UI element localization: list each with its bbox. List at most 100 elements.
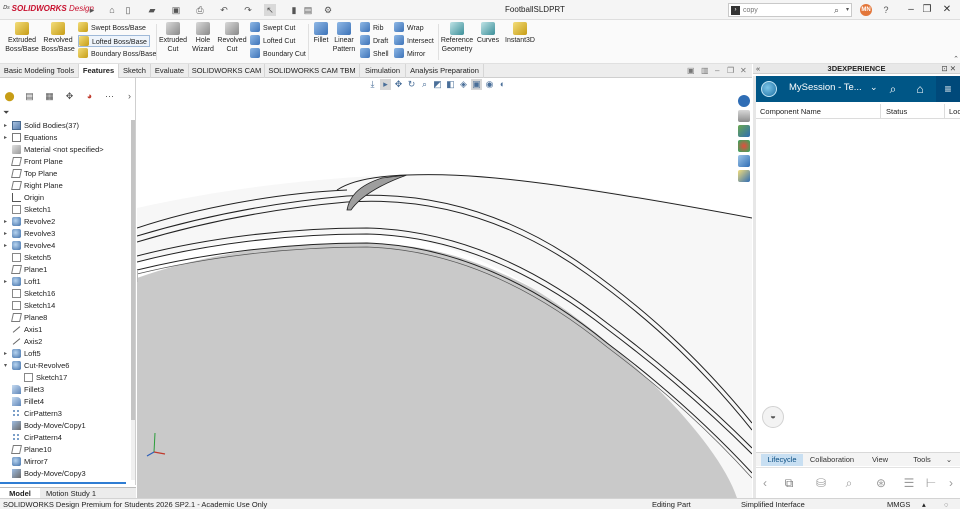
tree-item-sketch16[interactable]: Sketch16: [0, 288, 131, 300]
linear-pattern-button[interactable]: Linear Pattern: [332, 22, 356, 62]
options-icon[interactable]: ⚙: [322, 4, 334, 16]
tree-item-loft5[interactable]: ▸ Loft5: [0, 348, 131, 360]
search-icon[interactable]: ⌕: [886, 81, 900, 97]
instant3d-button[interactable]: Instant3D: [503, 22, 537, 62]
tree-item-sketch17[interactable]: Sketch17: [0, 372, 131, 384]
appearances-icon[interactable]: [738, 140, 750, 152]
expand-icon[interactable]: ▸: [4, 216, 10, 228]
search-box[interactable]: › ⌕ ▾: [728, 3, 852, 17]
column-divider[interactable]: [880, 104, 881, 119]
intersect-button[interactable]: Intersect: [394, 35, 434, 47]
rotate-icon[interactable]: ↻: [406, 79, 417, 90]
menu-expand-icon[interactable]: ▸: [86, 4, 98, 16]
tree-item-top-plane[interactable]: Top Plane: [0, 168, 131, 180]
tree-item-origin[interactable]: Origin: [0, 192, 131, 204]
extruded-cut-button[interactable]: Extruded Cut: [158, 22, 188, 62]
property-manager-icon[interactable]: ▤: [23, 90, 36, 103]
configuration-manager-icon[interactable]: ▦: [43, 90, 56, 103]
tree-item-sketch1[interactable]: Sketch1: [0, 204, 131, 216]
tree-item-revolve2[interactable]: ▸ Revolve2: [0, 216, 131, 228]
tree-item-right-plane[interactable]: Right Plane: [0, 180, 131, 192]
compass-icon[interactable]: [761, 81, 777, 97]
expand-icon[interactable]: ▸: [4, 348, 10, 360]
tree-item-loft1[interactable]: ▸ Loft1: [0, 276, 131, 288]
shell-button[interactable]: Shell: [360, 48, 389, 60]
tree-item-sketch5[interactable]: Sketch5: [0, 252, 131, 264]
status-units[interactable]: MMGS: [887, 499, 910, 509]
units-dropdown-icon[interactable]: ▴: [922, 499, 926, 509]
appearance-icon[interactable]: ◐: [497, 79, 508, 90]
redo-icon[interactable]: ↷: [242, 4, 254, 16]
user-avatar[interactable]: MN: [860, 4, 872, 16]
rib-button[interactable]: Rib: [360, 22, 384, 34]
tree-item-revolve4[interactable]: ▸ Revolve4: [0, 240, 131, 252]
file-properties-icon[interactable]: ▤: [302, 4, 314, 16]
tree-item-fillet4[interactable]: Fillet4: [0, 396, 131, 408]
open-icon[interactable]: ▰: [146, 4, 158, 16]
tag-icon[interactable]: ⌂: [913, 81, 927, 97]
tree-item-axis1[interactable]: Axis1: [0, 324, 131, 336]
tab-analysis-preparation[interactable]: Analysis Preparation: [406, 64, 484, 78]
dimxpert-icon[interactable]: ✥: [63, 90, 76, 103]
column-status[interactable]: Status: [886, 104, 907, 119]
chevron-right-icon[interactable]: ›: [123, 90, 136, 103]
app-logo[interactable]: ᴰˢ SOLIDWORKS Design: [3, 4, 94, 16]
tree-item-body-move-copy1[interactable]: Body-Move/Copy1: [0, 420, 131, 432]
hole-wizard-button[interactable]: Hole Wizard: [189, 22, 217, 62]
feature-tree-icon[interactable]: ⬤: [3, 90, 16, 103]
panel-grip[interactable]: [137, 270, 141, 282]
tree-item-equations[interactable]: ▸ Equations: [0, 132, 131, 144]
tab-features[interactable]: Features: [79, 64, 119, 78]
boundary-cut-button[interactable]: Boundary Cut: [250, 48, 306, 60]
split-view-icon[interactable]: ▥: [701, 66, 709, 75]
new-document-icon[interactable]: ▯: [122, 4, 134, 16]
tree-item-plane1[interactable]: Plane1: [0, 264, 131, 276]
window-close-icon[interactable]: ✕: [740, 66, 747, 75]
session-selector[interactable]: MySession - Te...: [789, 82, 862, 93]
rebuild-icon[interactable]: ▮: [288, 4, 300, 16]
column-component-name[interactable]: Component Name: [760, 104, 821, 119]
tree-scrollbar[interactable]: [131, 120, 135, 480]
filter-icon[interactable]: ⏷: [3, 108, 9, 118]
revolved-boss-button[interactable]: Revolved Boss/Base: [41, 22, 75, 62]
design-library-icon[interactable]: [738, 110, 750, 122]
custom-properties-icon[interactable]: [738, 170, 750, 182]
tab-collaboration[interactable]: Collaboration: [806, 454, 858, 466]
print-icon[interactable]: ⎙: [194, 4, 206, 16]
tree-item-plane10[interactable]: Plane10: [0, 444, 131, 456]
collapse-pane-icon[interactable]: «: [756, 64, 760, 74]
status-interface[interactable]: Simplified Interface: [741, 499, 805, 509]
pane-splitter[interactable]: [753, 76, 756, 498]
tree-item-cirpattern4[interactable]: CirPattern4: [0, 432, 131, 444]
tree-item-material[interactable]: Material <not specified>: [0, 144, 131, 156]
collapse-icon[interactable]: ▾: [4, 360, 10, 372]
view-orientation-icon[interactable]: ◈: [458, 79, 469, 90]
tree-item-revolve3[interactable]: ▸ Revolve3: [0, 228, 131, 240]
undo-icon[interactable]: ↶: [218, 4, 230, 16]
tree-item-solid-bodies[interactable]: ▸ Solid Bodies(37): [0, 120, 131, 132]
attributes-icon[interactable]: ☰: [900, 474, 918, 492]
column-divider[interactable]: [944, 104, 945, 119]
help-icon[interactable]: ?: [880, 4, 892, 16]
search-dropdown-icon[interactable]: ▾: [846, 6, 849, 13]
restore-button[interactable]: ❐: [920, 3, 934, 17]
previous-icon[interactable]: ‹: [756, 474, 774, 492]
more-icon[interactable]: ⋯: [103, 90, 116, 103]
tab-basic-modeling-tools[interactable]: Basic Modeling Tools: [0, 64, 79, 78]
expand-icon[interactable]: ▸: [4, 132, 10, 144]
column-location[interactable]: Loc: [949, 104, 960, 119]
revision-icon[interactable]: ⊢: [922, 474, 940, 492]
display-manager-icon[interactable]: ◕: [83, 90, 96, 103]
tree-item-axis2[interactable]: Axis2: [0, 336, 131, 348]
search-icon[interactable]: ⌕: [834, 5, 839, 16]
swept-cut-button[interactable]: Swept Cut: [250, 22, 295, 34]
view-palette-icon[interactable]: [738, 155, 750, 167]
window-restore-icon[interactable]: ❐: [727, 66, 734, 75]
tree-scrollbar-horizontal[interactable]: [0, 482, 126, 484]
tree-item-body-move-copy3[interactable]: Body-Move/Copy3: [0, 468, 131, 480]
tab-lifecycle[interactable]: Lifecycle: [761, 454, 803, 466]
revolved-cut-button[interactable]: Revolved Cut: [217, 22, 247, 62]
display-style-icon[interactable]: ▣: [471, 79, 482, 90]
fillet-button[interactable]: Fillet: [310, 22, 332, 62]
expand-icon[interactable]: ▸: [4, 276, 10, 288]
